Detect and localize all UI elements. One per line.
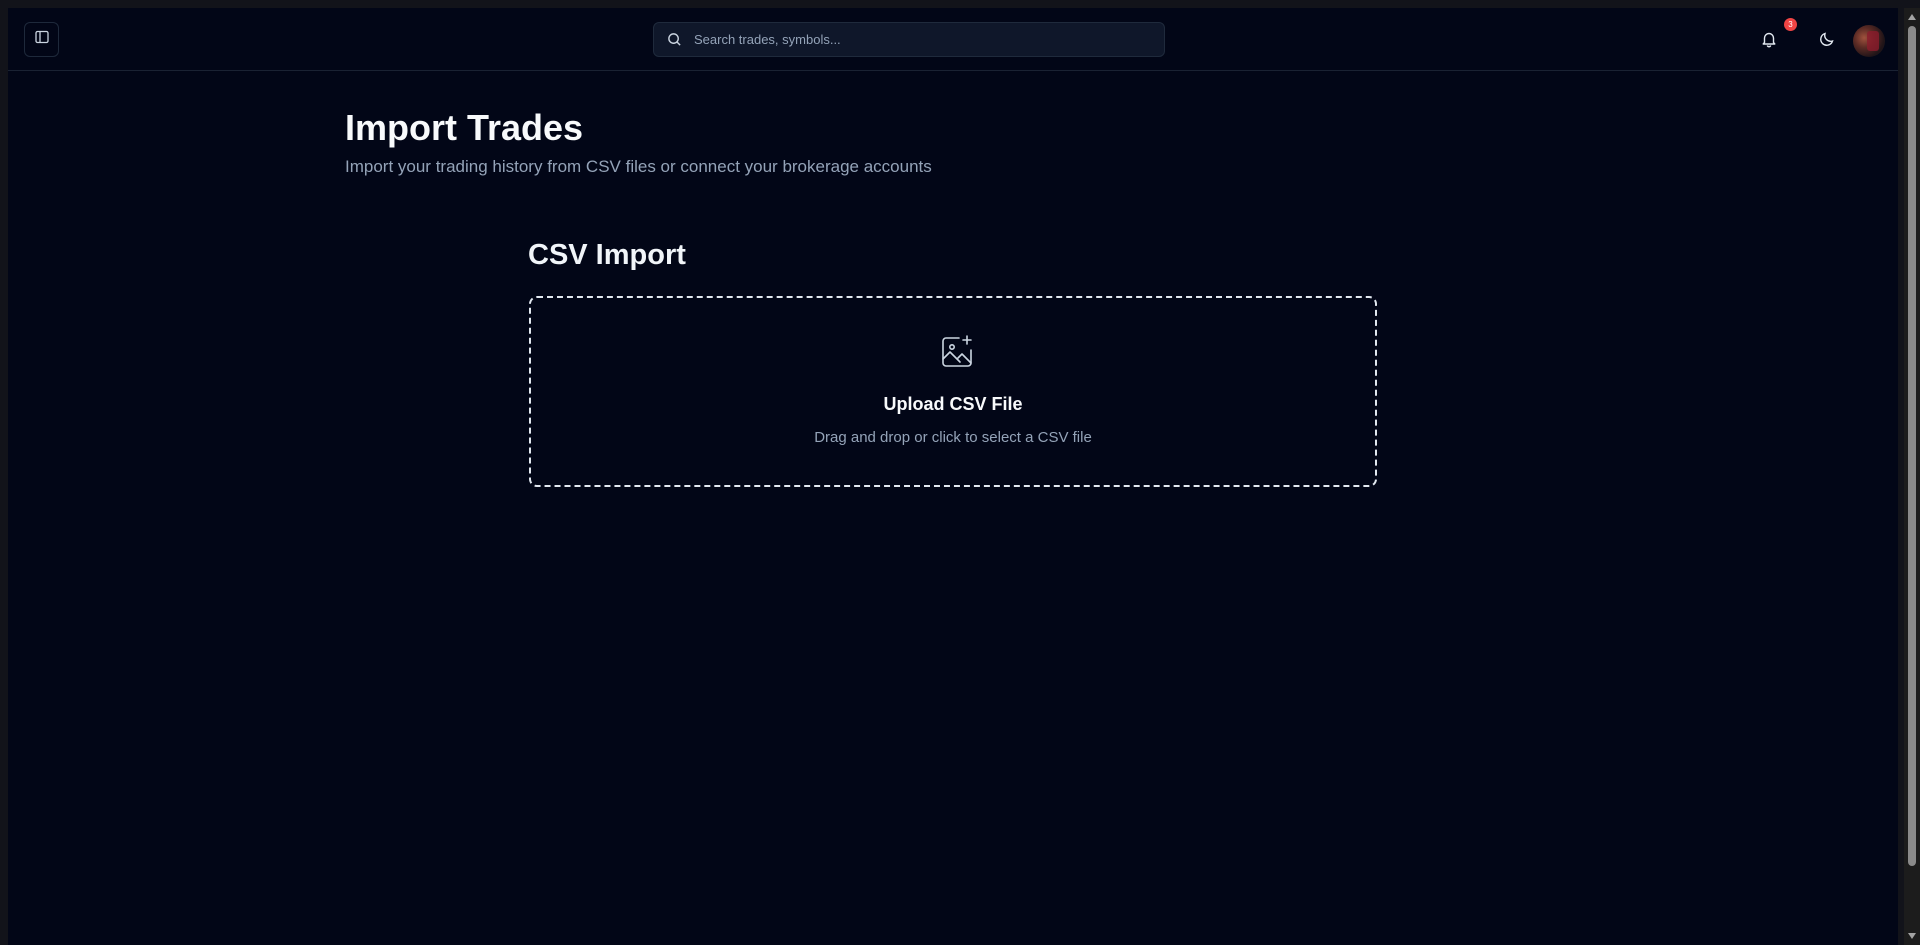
upload-hint: Drag and drop or click to select a CSV f… xyxy=(814,429,1092,446)
top-header: 3 xyxy=(8,8,1898,71)
bell-icon[interactable] xyxy=(1760,30,1778,48)
moon-icon[interactable] xyxy=(1818,30,1836,48)
upload-title: Upload CSV File xyxy=(883,394,1023,414)
sidebar-panel-icon xyxy=(34,29,50,50)
sidebar-toggle-button[interactable] xyxy=(24,22,59,57)
page-title: Import Trades xyxy=(345,107,584,148)
page-subtitle: Import your trading history from CSV fil… xyxy=(345,157,932,176)
vertical-scrollbar[interactable] xyxy=(1904,8,1920,945)
scroll-thumb[interactable] xyxy=(1908,26,1916,866)
app-window: 3 Import Trades Import your trading hist… xyxy=(8,8,1898,945)
search-icon xyxy=(666,32,682,48)
search-bar xyxy=(653,22,1165,57)
scroll-up-arrow-icon[interactable] xyxy=(1908,14,1916,20)
notification-badge: 3 xyxy=(1784,18,1797,31)
csv-import-heading: CSV Import xyxy=(528,239,686,271)
image-plus-icon xyxy=(937,332,977,372)
scroll-down-arrow-icon[interactable] xyxy=(1908,933,1916,939)
user-avatar[interactable] xyxy=(1853,25,1885,57)
csv-dropzone[interactable]: Upload CSV File Drag and drop or click t… xyxy=(529,296,1377,487)
search-input[interactable] xyxy=(692,22,1164,57)
